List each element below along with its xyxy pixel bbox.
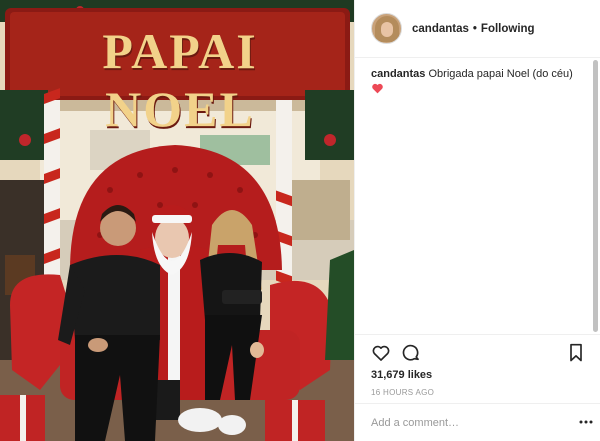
- following-button[interactable]: Following: [481, 23, 535, 35]
- post-actions: [371, 341, 585, 367]
- instagram-post: PAPAI NOEL candantas • Following candantas…: [0, 0, 600, 441]
- papai-noel-sign: PAPAI NOEL: [102, 23, 258, 137]
- header-divider: [355, 57, 600, 58]
- comment-icon[interactable]: [401, 343, 421, 363]
- likes-count[interactable]: 31,679 likes: [371, 369, 432, 381]
- actions-divider: [355, 334, 600, 335]
- post-photo[interactable]: PAPAI NOEL: [0, 0, 354, 441]
- avatar[interactable]: [371, 13, 402, 44]
- ellipsis-icon[interactable]: [579, 417, 593, 427]
- caption-text: Obrigada papai Noel (do céu): [428, 68, 573, 80]
- heart-emoji-icon: [372, 83, 383, 94]
- header-text: candantas • Following: [412, 23, 535, 35]
- avatar-face: [381, 22, 393, 37]
- caption-scrollbar[interactable]: [593, 58, 599, 334]
- comment-box: [371, 404, 593, 441]
- caption-username[interactable]: candantas: [371, 68, 425, 80]
- heart-icon[interactable]: [371, 343, 391, 363]
- post-timestamp[interactable]: 16 HOURS AGO: [371, 388, 434, 397]
- bookmark-icon[interactable]: [567, 343, 585, 363]
- post-header: candantas • Following: [355, 0, 600, 57]
- comment-input[interactable]: [371, 416, 561, 429]
- header-username[interactable]: candantas: [412, 23, 469, 35]
- post-side-panel: candantas • Following candantas Obrigada p…: [354, 0, 600, 441]
- caption: candantas Obrigada papai Noel (do céu): [371, 67, 581, 99]
- header-separator: •: [472, 22, 477, 35]
- scrollbar-thumb[interactable]: [593, 60, 598, 332]
